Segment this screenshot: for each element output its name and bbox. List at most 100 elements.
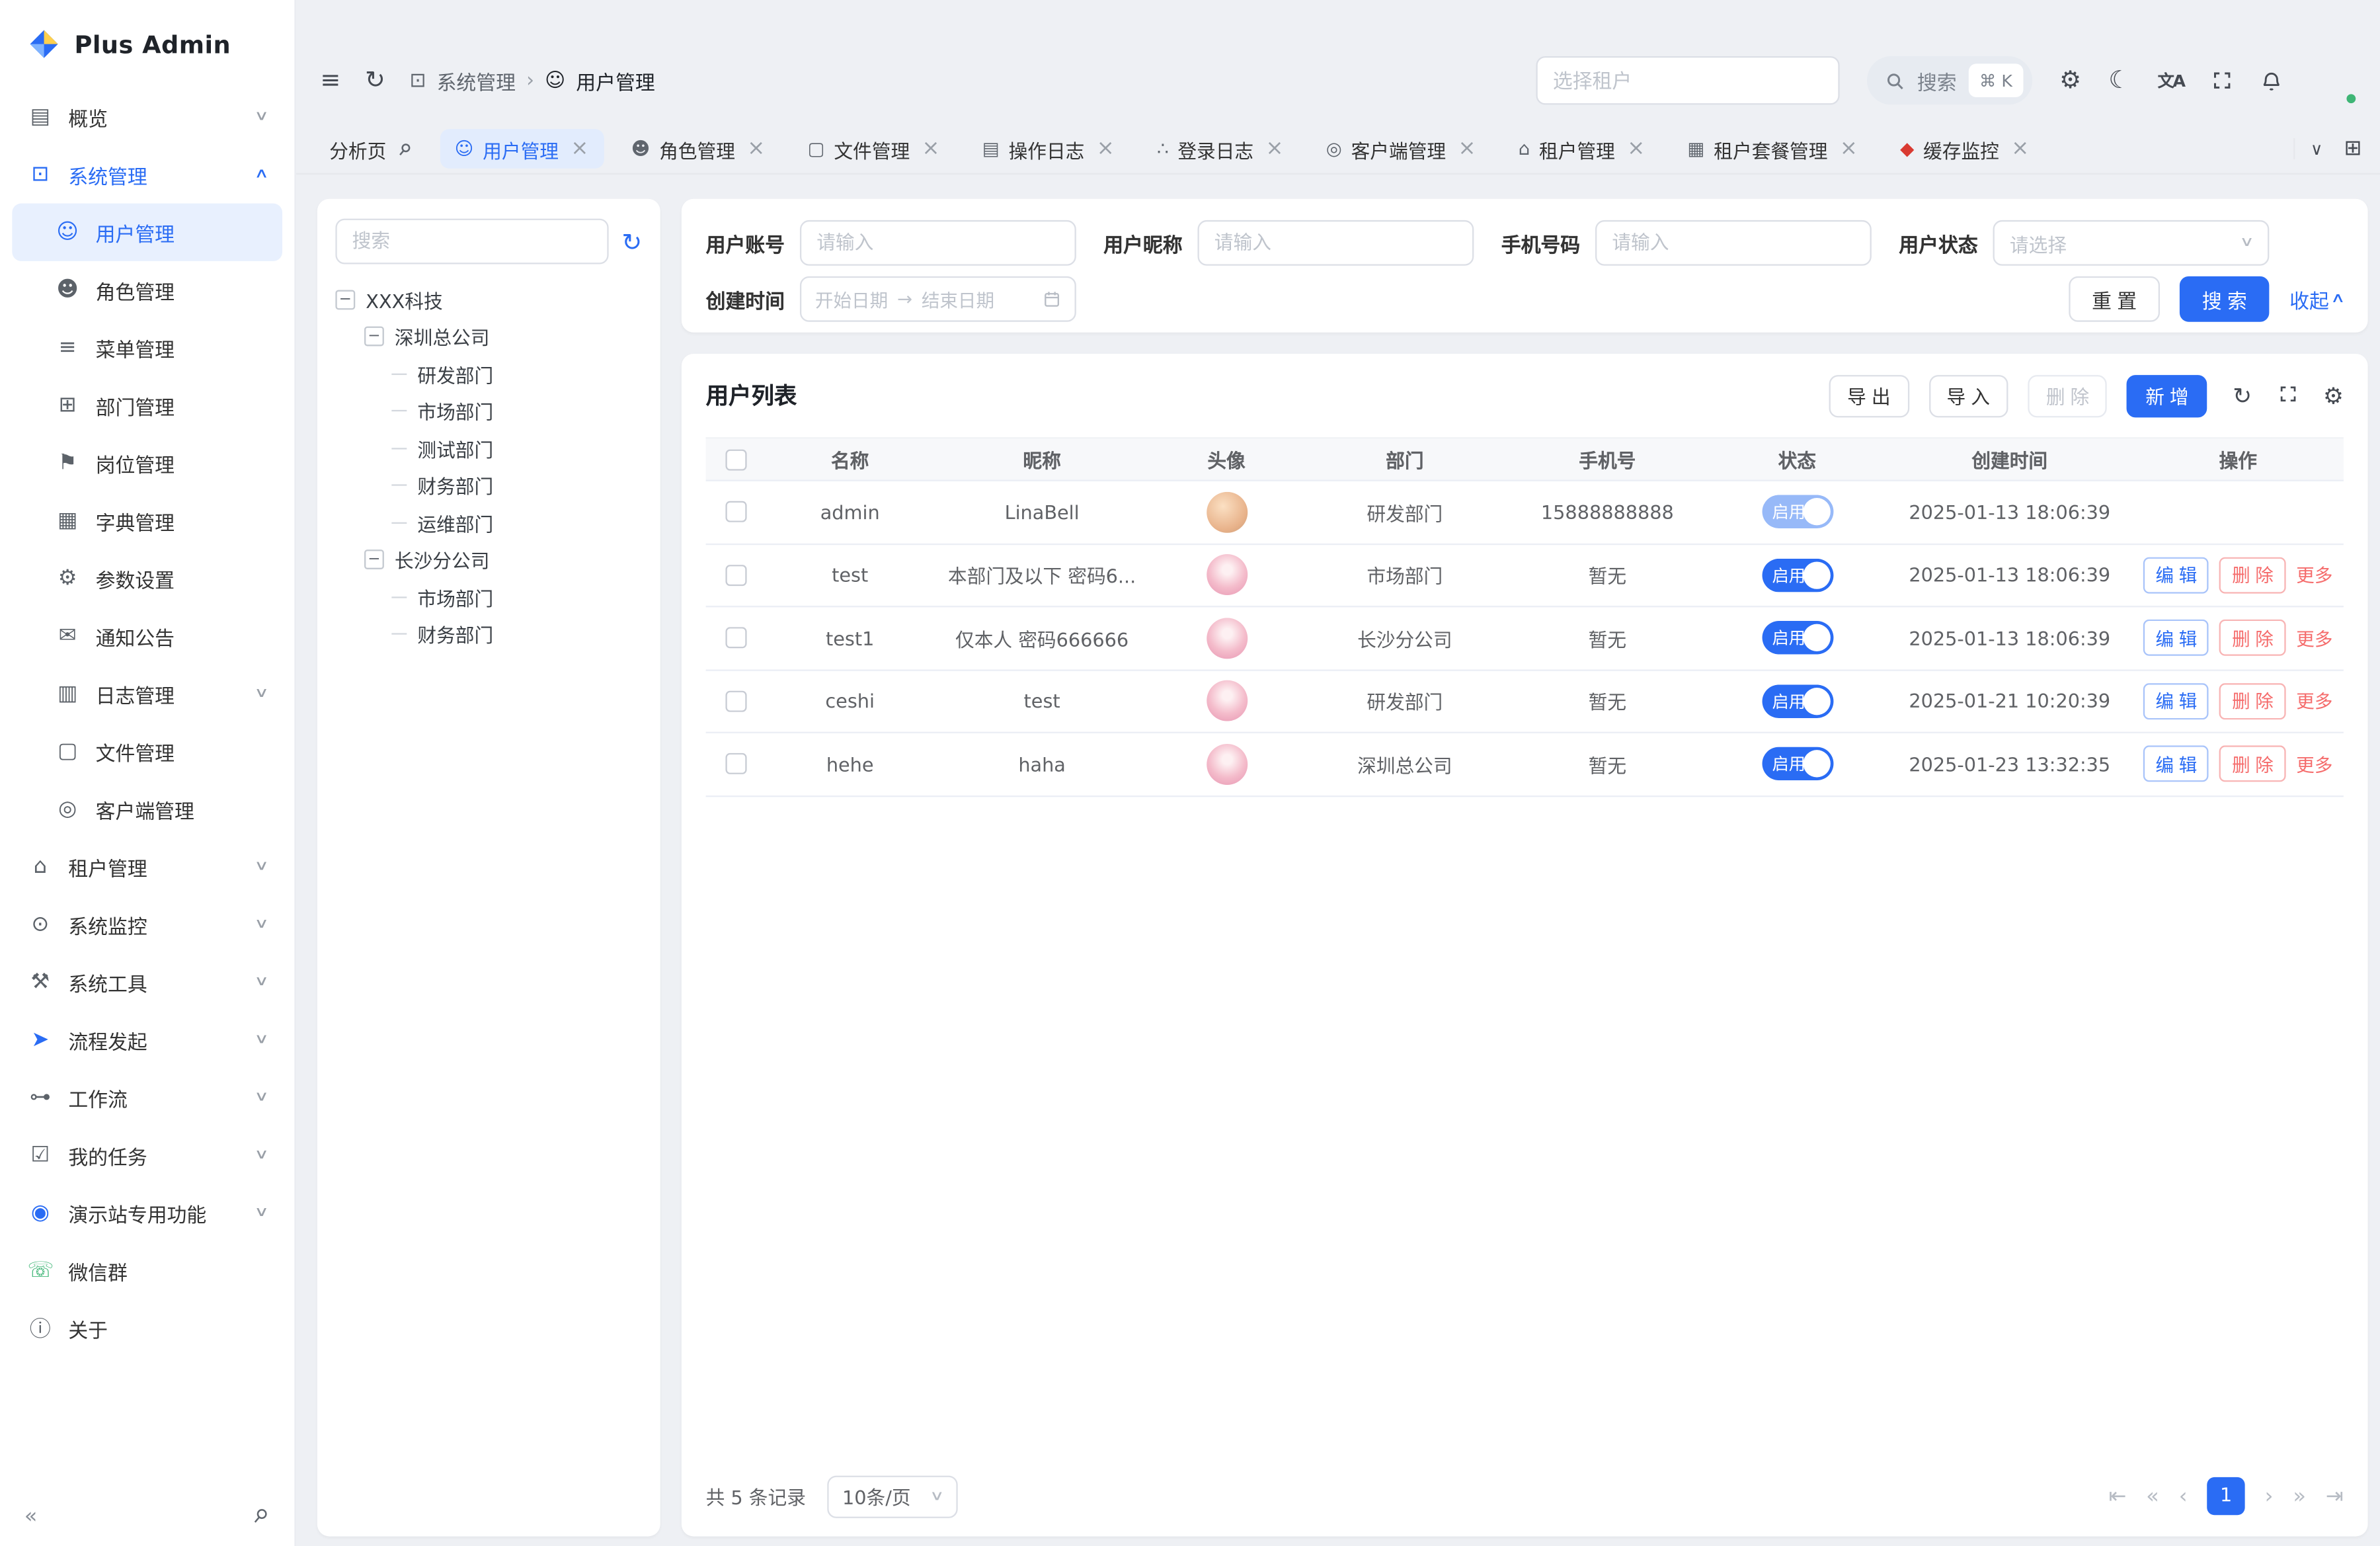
tab[interactable]: ☺ 用户管理 × (440, 129, 604, 169)
nickname-input[interactable] (1198, 220, 1474, 266)
sidebar-item[interactable]: ▦ 字典管理 (12, 492, 282, 549)
tree-toggle-icon[interactable]: − (364, 550, 384, 570)
sidebar-item[interactable]: ▢ 文件管理 (12, 723, 282, 780)
tab[interactable]: ☻ 角色管理 × (616, 129, 781, 169)
sidebar-item[interactable]: ⚒ 系统工具 ∨ (12, 954, 282, 1011)
reset-button[interactable]: 重 置 (2069, 276, 2160, 322)
tree-node[interactable]: 测试部门 (335, 430, 642, 467)
sidebar-item[interactable]: ◎ 客户端管理 (12, 780, 282, 838)
status-select[interactable]: 请选择 ∨ (1993, 220, 2270, 266)
close-tab-icon[interactable]: × (1458, 138, 1476, 159)
refresh-page-icon[interactable]: ↻ (365, 68, 385, 93)
fullscreen-icon[interactable] (2211, 70, 2233, 91)
sidebar-item[interactable]: ⌂ 租户管理 ∨ (12, 838, 282, 895)
row-checkbox[interactable] (725, 501, 746, 522)
table-fullscreen-icon[interactable] (2278, 382, 2297, 409)
page-size-select[interactable]: 10条/页 ∨ (827, 1475, 957, 1517)
tree-node[interactable]: 市场部门 (335, 579, 642, 616)
tree-node[interactable]: 研发部门 (335, 355, 642, 392)
tree-refresh-icon[interactable]: ↻ (621, 227, 642, 256)
sidebar-item[interactable]: ⚙ 参数设置 (12, 549, 282, 607)
close-tab-icon[interactable]: × (1266, 138, 1284, 159)
tab[interactable]: ▦ 租户套餐管理 × (1672, 129, 1872, 169)
tab-layout-icon[interactable]: ⊞ (2344, 138, 2361, 159)
tab[interactable]: ⌂ 租户管理 × (1503, 129, 1660, 169)
status-toggle[interactable]: 启用 (1761, 747, 1833, 781)
edit-button[interactable]: 编 辑 (2143, 557, 2209, 593)
sidebar-item[interactable]: ⊙ 系统监控 ∨ (12, 896, 282, 954)
select-all-checkbox[interactable] (725, 448, 746, 469)
sidebar-item[interactable]: ⊡ 系统管理 ∧ (12, 145, 282, 203)
sidebar-item[interactable]: ▥ 日志管理 ∨ (12, 665, 282, 723)
tree-toggle-icon[interactable]: − (335, 290, 355, 309)
tree-node[interactable]: 运维部门 (335, 504, 642, 541)
sidebar-item[interactable]: ✉ 通知公告 (12, 607, 282, 665)
tab-analysis-page[interactable]: 分析页 (314, 129, 427, 169)
more-button[interactable]: 更多 (2296, 562, 2332, 588)
collapse-sidebar-button[interactable]: « (24, 1504, 38, 1528)
row-checkbox[interactable] (725, 565, 746, 586)
tab[interactable]: ▢ 文件管理 × (793, 129, 955, 169)
tree-node[interactable]: − XXX科技 (335, 281, 642, 318)
notifications-bell-icon[interactable] (2260, 69, 2283, 91)
delete-button[interactable]: 删 除 (2220, 746, 2286, 782)
sidebar-item[interactable]: ☺ 用户管理 (12, 204, 282, 261)
tree-node[interactable]: − 长沙分公司 (335, 541, 642, 578)
sidebar-item[interactable]: ⚑ 岗位管理 (12, 434, 282, 492)
tab-more-chevron-icon[interactable]: ∨ (2311, 140, 2323, 157)
sidebar-item[interactable]: ⓘ 关于 (12, 1299, 282, 1357)
import-button[interactable]: 导 入 (1928, 374, 2008, 417)
pin-icon[interactable] (392, 137, 416, 161)
status-toggle[interactable]: 启用 (1761, 558, 1833, 592)
more-button[interactable]: 更多 (2296, 688, 2332, 714)
phone-input[interactable] (1595, 220, 1872, 266)
sidebar-item[interactable]: ⊞ 部门管理 (12, 376, 282, 434)
close-tab-icon[interactable]: × (922, 138, 940, 159)
next-group-button[interactable]: » (2293, 1486, 2306, 1507)
sidebar-item[interactable]: ☻ 角色管理 (12, 261, 282, 319)
batch-delete-button[interactable]: 删 除 (2028, 374, 2107, 417)
next-page-button[interactable]: › (2265, 1486, 2274, 1507)
table-refresh-icon[interactable]: ↻ (2233, 382, 2252, 409)
sidebar-item[interactable]: ☏ 微信群 (12, 1242, 282, 1299)
edit-button[interactable]: 编 辑 (2143, 683, 2209, 719)
tenant-select-input[interactable] (1536, 56, 1840, 104)
pin-sidebar-icon[interactable] (247, 1502, 274, 1529)
export-button[interactable]: 导 出 (1829, 374, 1909, 417)
hamburger-menu-icon[interactable]: ≡ (320, 68, 340, 93)
tree-search-input[interactable] (335, 219, 608, 264)
table-settings-gear-icon[interactable]: ⚙ (2323, 382, 2344, 409)
delete-button[interactable]: 删 除 (2220, 683, 2286, 719)
sidebar-item[interactable]: ▤ 概览 ∨ (12, 88, 282, 145)
user-avatar[interactable] (2310, 58, 2356, 103)
tree-node[interactable]: − 深圳总公司 (335, 318, 642, 355)
edit-button[interactable]: 编 辑 (2143, 620, 2209, 656)
sidebar-item[interactable]: ⊶ 工作流 ∨ (12, 1069, 282, 1126)
account-input[interactable] (800, 220, 1076, 266)
more-button[interactable]: 更多 (2296, 625, 2332, 651)
close-tab-icon[interactable]: × (1840, 138, 1858, 159)
tab[interactable]: ◆ 缓存监控 × (1885, 129, 2044, 169)
breadcrumb-segment[interactable]: 系统管理 (437, 66, 516, 95)
date-range-picker[interactable]: 开始日期 → 结束日期 (800, 276, 1076, 322)
current-page-button[interactable]: 1 (2207, 1477, 2244, 1515)
row-checkbox[interactable] (725, 690, 746, 712)
more-button[interactable]: 更多 (2296, 751, 2332, 777)
status-toggle[interactable]: 启用 (1761, 622, 1833, 655)
settings-gear-icon[interactable]: ⚙ (2059, 68, 2081, 93)
prev-page-button[interactable]: ‹ (2179, 1486, 2188, 1507)
close-tab-icon[interactable]: × (2011, 138, 2029, 159)
delete-button[interactable]: 删 除 (2220, 557, 2286, 593)
delete-button[interactable]: 删 除 (2220, 620, 2286, 656)
status-toggle[interactable]: 启用 (1761, 684, 1833, 718)
tree-node[interactable]: 市场部门 (335, 392, 642, 429)
close-tab-icon[interactable]: × (1097, 138, 1115, 159)
tab[interactable]: ▤ 操作日志 × (967, 129, 1130, 169)
prev-group-button[interactable]: « (2146, 1486, 2159, 1507)
close-tab-icon[interactable]: × (1627, 138, 1645, 159)
last-page-button[interactable]: ⇥ (2326, 1486, 2344, 1507)
row-checkbox[interactable] (725, 753, 746, 774)
translate-icon[interactable]: 文A (2158, 72, 2184, 89)
tab[interactable]: ∴ 登录日志 × (1142, 129, 1298, 169)
row-checkbox[interactable] (725, 628, 746, 649)
